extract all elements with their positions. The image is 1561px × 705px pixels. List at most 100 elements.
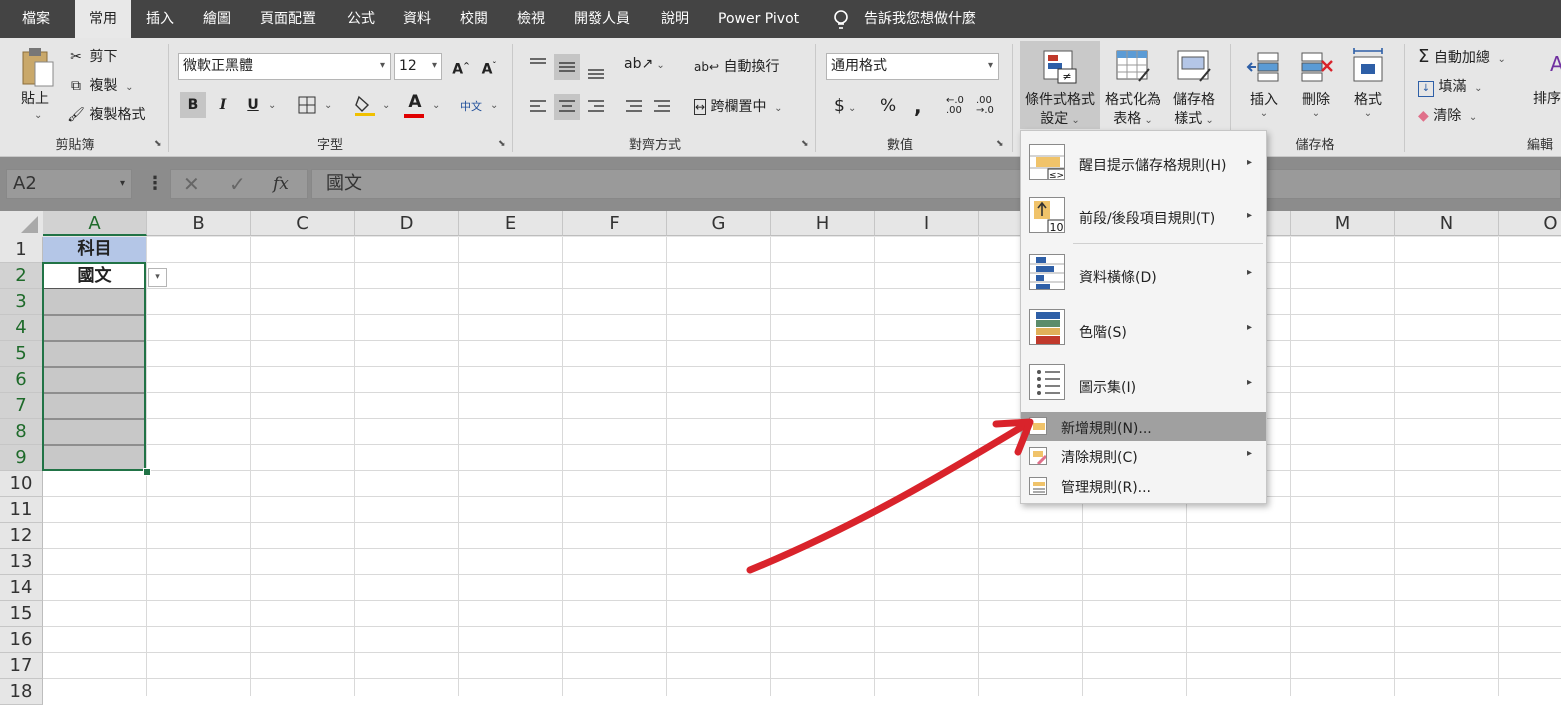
row-header-11[interactable]: 11 bbox=[0, 497, 43, 523]
copy-button[interactable]: ⧉ 複製 ⌄ bbox=[67, 75, 133, 95]
name-box[interactable]: A2 ▾ bbox=[6, 169, 132, 199]
row-header-10[interactable]: 10 bbox=[0, 471, 43, 497]
formula-input[interactable]: 國文 bbox=[311, 169, 1561, 199]
menu-item-data-bars[interactable]: 資料橫條(D) ▸ bbox=[1021, 247, 1266, 301]
sort-icon[interactable]: A bbox=[1550, 52, 1561, 76]
clear-button[interactable]: ◆ 清除 ⌄ bbox=[1418, 105, 1477, 125]
row-header-7[interactable]: 7 bbox=[0, 393, 43, 419]
chevron-down-icon[interactable]: ⌄ bbox=[1466, 112, 1477, 123]
chevron-down-icon[interactable]: ⌄ bbox=[771, 103, 782, 114]
column-header-a[interactable]: A bbox=[43, 211, 147, 236]
wrap-text-button[interactable]: ab↩ 自動換行 bbox=[694, 56, 779, 76]
row-header-2[interactable]: 2 bbox=[0, 263, 43, 289]
row-header-9[interactable]: 9 bbox=[0, 445, 43, 471]
tell-me-search[interactable]: 告訴我您想做什麼 bbox=[864, 0, 976, 38]
chevron-down-icon[interactable]: ⌄ bbox=[432, 100, 440, 111]
font-size-select[interactable]: 12 ▾ bbox=[394, 53, 442, 80]
chevron-down-icon[interactable]: ⌄ bbox=[324, 100, 332, 111]
column-header-f[interactable]: F bbox=[563, 211, 667, 236]
tab-review[interactable]: 校閱 bbox=[460, 0, 488, 38]
number-launcher-icon[interactable]: ⬊ bbox=[996, 139, 1004, 149]
cut-button[interactable]: ✂ 剪下 bbox=[67, 46, 117, 66]
enter-check-icon[interactable]: ✓ bbox=[229, 170, 246, 198]
insert-cells-button[interactable]: 插入 ⌄ bbox=[1240, 41, 1288, 129]
tab-developer[interactable]: 開發人員 bbox=[574, 0, 630, 38]
insert-function-icon[interactable]: fx bbox=[273, 170, 289, 198]
column-header-h[interactable]: H bbox=[771, 211, 875, 236]
clipboard-launcher-icon[interactable]: ⬊ bbox=[154, 139, 162, 149]
chevron-down-icon[interactable]: ⌄ bbox=[382, 100, 390, 111]
tab-view[interactable]: 檢視 bbox=[517, 0, 545, 38]
font-name-select[interactable]: 微軟正黑體 ▾ bbox=[178, 53, 391, 80]
italic-button[interactable]: I bbox=[210, 92, 236, 118]
sort-button[interactable]: 排序 bbox=[1533, 88, 1561, 108]
cell-a2[interactable]: 國文 bbox=[43, 263, 146, 289]
column-header-o[interactable]: O bbox=[1499, 211, 1561, 236]
more-options-icon[interactable]: ⋮ bbox=[146, 173, 164, 194]
fill-button[interactable]: ↓ 填滿 ⌄ bbox=[1418, 76, 1482, 97]
fill-color-icon[interactable] bbox=[353, 93, 377, 117]
column-header-e[interactable]: E bbox=[459, 211, 563, 236]
orientation-button[interactable]: ab↗ ⌄ bbox=[624, 56, 665, 72]
chevron-down-icon[interactable]: ⌄ bbox=[490, 100, 498, 111]
row-header-17[interactable]: 17 bbox=[0, 653, 43, 679]
tab-formulas[interactable]: 公式 bbox=[347, 0, 375, 38]
menu-item-clear-rules[interactable]: 清除規則(C) ▸ bbox=[1021, 442, 1266, 470]
select-all-button[interactable] bbox=[0, 211, 43, 237]
grow-font-button[interactable]: A^ bbox=[448, 53, 474, 79]
chevron-down-icon[interactable]: ⌄ bbox=[268, 100, 276, 111]
column-header-g[interactable]: G bbox=[667, 211, 771, 236]
row-header-6[interactable]: 6 bbox=[0, 367, 43, 393]
increase-decimal-button[interactable]: ←.0 .00 bbox=[946, 96, 964, 116]
bold-button[interactable]: B bbox=[180, 92, 206, 118]
conditional-formatting-button[interactable]: ≠ 條件式格式 設定 ⌄ bbox=[1020, 41, 1100, 129]
currency-button[interactable]: $ ⌄ bbox=[834, 96, 856, 116]
paste-dropdown-icon[interactable]: ⌄ bbox=[34, 110, 42, 121]
comma-style-button[interactable]: , bbox=[914, 94, 922, 118]
number-format-select[interactable]: 通用格式 ▾ bbox=[826, 53, 999, 80]
tab-insert[interactable]: 插入 bbox=[146, 0, 174, 38]
row-header-14[interactable]: 14 bbox=[0, 575, 43, 601]
alignment-launcher-icon[interactable]: ⬊ bbox=[801, 139, 809, 149]
row-header-8[interactable]: 8 bbox=[0, 419, 43, 445]
chevron-down-icon[interactable]: ⌄ bbox=[1494, 54, 1505, 65]
column-header-m[interactable]: M bbox=[1291, 211, 1395, 236]
font-launcher-icon[interactable]: ⬊ bbox=[498, 139, 506, 149]
row-header-16[interactable]: 16 bbox=[0, 627, 43, 653]
underline-button[interactable]: U bbox=[240, 92, 266, 118]
tab-page-layout[interactable]: 頁面配置 bbox=[260, 0, 316, 38]
tab-draw[interactable]: 繪圖 bbox=[203, 0, 231, 38]
column-header-d[interactable]: D bbox=[355, 211, 459, 236]
phonetic-guide-icon[interactable]: 中文 bbox=[460, 98, 482, 114]
tab-data[interactable]: 資料 bbox=[403, 0, 431, 38]
format-cells-button[interactable]: 格式 ⌄ bbox=[1344, 41, 1392, 129]
tab-file[interactable]: 檔案 bbox=[22, 0, 50, 38]
format-painter-button[interactable]: 🖌 複製格式 bbox=[67, 104, 145, 124]
column-header-c[interactable]: C bbox=[251, 211, 355, 236]
menu-item-new-rule[interactable]: 新增規則(N)... bbox=[1021, 412, 1266, 441]
borders-icon[interactable] bbox=[298, 96, 318, 114]
menu-item-icon-sets[interactable]: 圖示集(I) ▸ bbox=[1021, 359, 1266, 413]
cell-styles-button[interactable]: 儲存格 樣式 ⌄ bbox=[1166, 41, 1222, 129]
shrink-font-button[interactable]: Aˇ bbox=[476, 53, 502, 79]
decrease-decimal-button[interactable]: .00 →.0 bbox=[976, 96, 994, 116]
horizontal-align-icons[interactable] bbox=[526, 94, 681, 120]
chevron-down-icon[interactable]: ⌄ bbox=[122, 82, 133, 93]
row-header-18[interactable]: 18 bbox=[0, 679, 43, 705]
font-color-icon[interactable]: A bbox=[404, 92, 426, 112]
row-header-4[interactable]: 4 bbox=[0, 315, 43, 341]
vertical-align-icons[interactable] bbox=[526, 54, 606, 80]
column-header-n[interactable]: N bbox=[1395, 211, 1499, 236]
delete-cells-button[interactable]: 刪除 ⌄ bbox=[1292, 41, 1340, 129]
merge-center-button[interactable]: ↔ 跨欄置中 ⌄ bbox=[694, 96, 783, 116]
tab-help[interactable]: 說明 bbox=[661, 0, 689, 38]
row-header-13[interactable]: 13 bbox=[0, 549, 43, 575]
cancel-x-icon[interactable]: ✕ bbox=[183, 170, 200, 198]
paste-icon[interactable] bbox=[20, 46, 56, 88]
tab-home[interactable]: 常用 bbox=[75, 0, 131, 40]
row-header-3[interactable]: 3 bbox=[0, 289, 43, 315]
menu-item-highlight-cells-rules[interactable]: ≤> 醒目提示儲存格規則(H) ▸ bbox=[1021, 135, 1266, 189]
fill-handle[interactable] bbox=[143, 468, 151, 476]
row-header-15[interactable]: 15 bbox=[0, 601, 43, 627]
cell-a1[interactable]: 科目 bbox=[43, 237, 146, 263]
